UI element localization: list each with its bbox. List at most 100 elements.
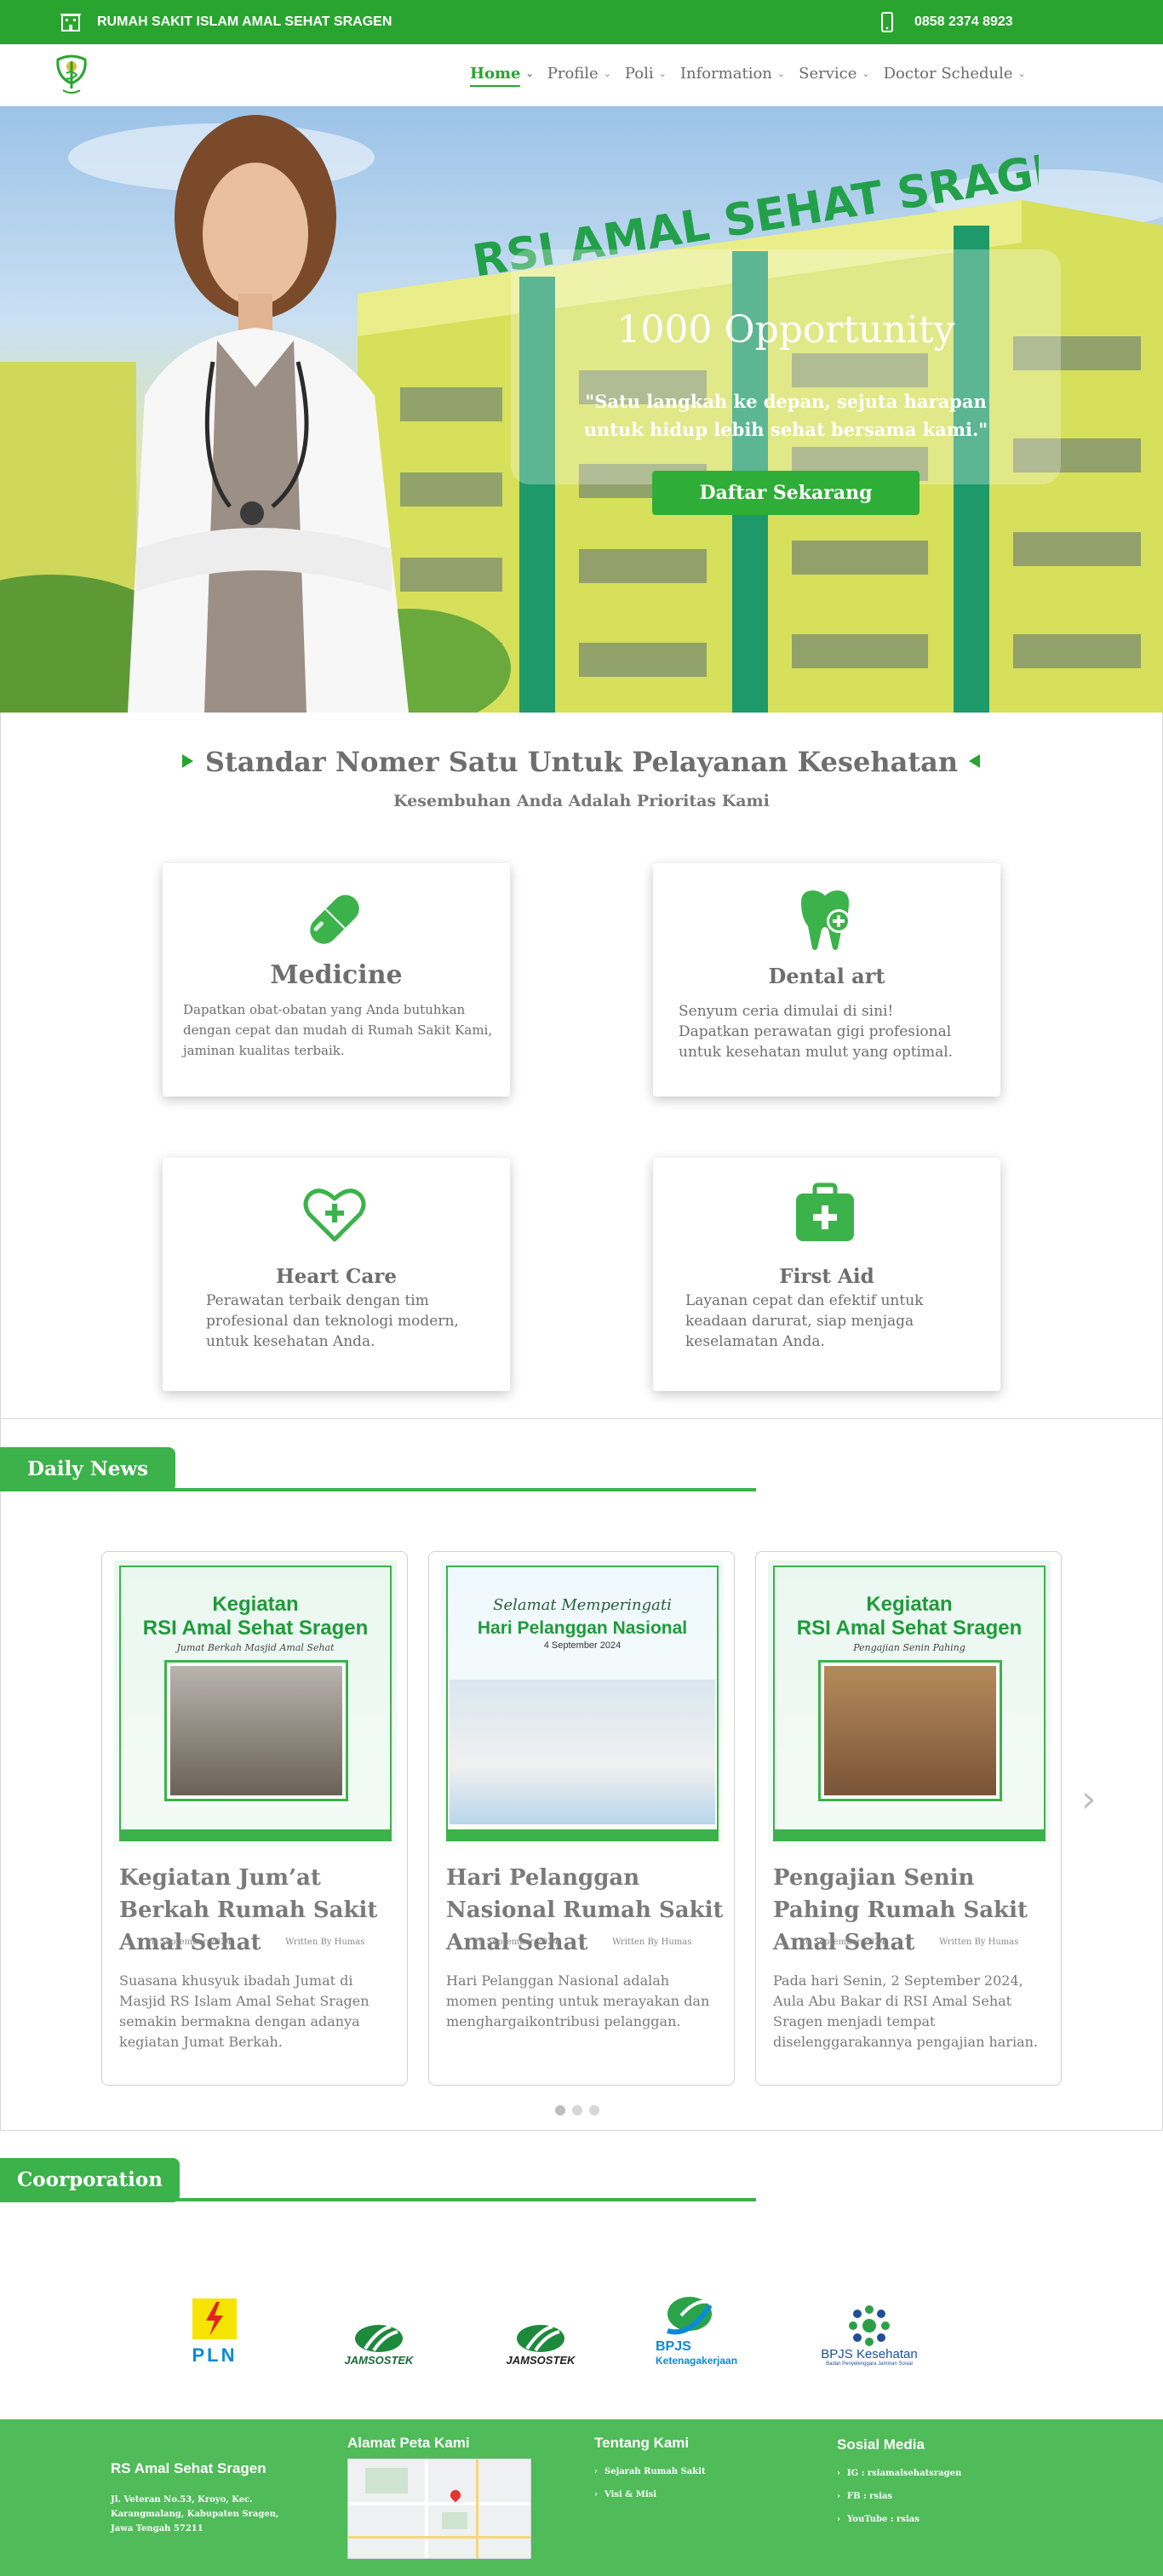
hospital-name: RUMAH SAKIT ISLAM AMAL SEHAT SRAGEN — [97, 14, 392, 29]
poster-heading: Kegiatan — [212, 1593, 299, 1616]
poster-footer — [119, 1829, 392, 1841]
poster-photo — [167, 1663, 346, 1799]
pill-icon — [310, 895, 359, 944]
news-poster[interactable]: Selamat Memperingati Hari Pelanggan Nasi… — [441, 1560, 724, 1846]
site-footer: RS Amal Sehat Sragen Jl. Veteran No.53, … — [0, 2419, 1163, 2576]
news-excerpt: Pada hari Senin, 2 September 2024, Aula … — [773, 1972, 1038, 2050]
news-date: 20 September 2024 — [799, 1938, 885, 1947]
pln-logo-icon — [192, 2298, 237, 2339]
carousel-dots — [555, 2105, 599, 2115]
chevron-down-icon: ⌄ — [776, 68, 786, 79]
partner-logo-pln[interactable]: PLN — [180, 2281, 249, 2367]
partner-logo-jamsostek[interactable]: JAMSOSTEK — [494, 2281, 587, 2367]
service-card-desc: Dapatkan obat-obatan yang Anda butuhkan … — [183, 1002, 493, 1058]
news-author: Written By Humas — [612, 1938, 692, 1947]
carousel-next-icon[interactable]: › — [1081, 1777, 1097, 1821]
chevron-down-icon: ⌄ — [862, 68, 870, 79]
news-author: Written By Humas — [285, 1938, 365, 1947]
chevron-down-icon: ⌄ — [658, 68, 667, 79]
poster-title: RSI Amal Sehat Sragen — [796, 1617, 1023, 1640]
nav-poli[interactable]: Poli ⌄ — [625, 65, 667, 83]
triangle-left-icon — [969, 754, 980, 768]
news-poster[interactable]: Kegiatan RSI Amal Sehat Sragen Pengajian… — [768, 1560, 1051, 1846]
nav-profile-label: Profile — [547, 65, 599, 83]
nav-information[interactable]: Information ⌄ — [680, 65, 785, 83]
service-card-desc: Perawatan terbaik dengan tim profesional… — [206, 1292, 459, 1350]
partner-subtitle: Ketenagakerjaan — [656, 2355, 738, 2367]
nav-service[interactable]: Service ⌄ — [799, 65, 869, 83]
poster-subtitle: Jumat Berkah Masjid Amal Sehat — [176, 1642, 335, 1653]
phone-contact[interactable]: 0858 2374 8923 — [880, 12, 1013, 32]
service-card-dental[interactable]: Dental art Senyum ceria dimulai di sini!… — [653, 863, 1000, 1096]
footer-org-title: RS Amal Sehat Sragen — [111, 2460, 266, 2476]
carousel-dot[interactable] — [589, 2105, 599, 2115]
news-card[interactable]: Selamat Memperingati Hari Pelanggan Nasi… — [428, 1551, 735, 2086]
service-card-medicine[interactable]: Medicine Dapatkan obat-obatan yang Anda … — [163, 863, 510, 1096]
footer-map-embed[interactable] — [347, 2459, 531, 2559]
partner-name: JAMSOSTEK — [344, 2354, 414, 2367]
footer-link-youtube[interactable]: › YouTube : rsias — [837, 2515, 1058, 2524]
partner-name: BPJS — [656, 2339, 691, 2354]
footer-map-title: Alamat Peta Kami — [347, 2435, 470, 2451]
hospital-logo[interactable] — [53, 51, 90, 97]
footer-org: RS Amal Sehat Sragen Jl. Veteran No.53, … — [111, 2460, 281, 2536]
partner-subtitle: Badan Penyelenggara Jaminan Sosial — [826, 2361, 913, 2367]
nav-profile[interactable]: Profile ⌄ — [547, 65, 611, 83]
footer-link-label: Sejarah Rumah Sakit — [604, 2467, 706, 2476]
footer-link-history[interactable]: › Sejarah Rumah Sakit — [594, 2467, 799, 2476]
bpjs-kesehatan-logo-icon — [849, 2305, 890, 2346]
nav-home[interactable]: Home ⌄ — [470, 65, 534, 87]
footer-about: Tentang Kami › Sejarah Rumah Sakit › Visi … — [594, 2435, 799, 2513]
footer-about-title: Tentang Kami — [594, 2435, 690, 2451]
poster-footer — [773, 1829, 1046, 1841]
hospital-building-icon — [60, 14, 81, 31]
carousel-dot[interactable] — [555, 2105, 565, 2115]
top-bar: RUMAH SAKIT ISLAM AMAL SEHAT SRAGEN 0858… — [0, 0, 1163, 44]
partner-logo-bpjs-kesehatan[interactable]: BPJS Kesehatan Badan Penyelenggara Jamin… — [814, 2281, 925, 2367]
service-card-desc: Senyum ceria dimulai di sini! Dapatkan p… — [679, 1003, 954, 1061]
footer-map: Alamat Peta Kami — [347, 2435, 535, 2559]
carousel-dot[interactable] — [572, 2105, 582, 2115]
nav-service-label: Service — [799, 65, 857, 83]
service-card-title: First Aid — [779, 1265, 874, 1288]
service-card-first-aid[interactable]: First Aid Layanan cepat dan efektif untu… — [653, 1158, 1000, 1391]
footer-link-label: FB : rsias — [847, 2492, 893, 2501]
news-meta: 19 September 2024 Written By Humas — [446, 1938, 719, 1947]
chevron-right-icon: › — [837, 2469, 840, 2478]
partner-name: PLN — [192, 2344, 238, 2366]
service-card-heart[interactable]: Heart Care Perawatan terbaik dengan tim … — [163, 1158, 510, 1391]
first-aid-icon — [796, 1182, 854, 1241]
hero-title: 1000 Opportunity — [616, 308, 955, 352]
heart-icon — [303, 1188, 366, 1242]
partner-logo-bpjs-ketenagakerjaan[interactable]: BPJS Ketenagakerjaan — [656, 2281, 758, 2367]
service-card-title: Medicine — [270, 960, 403, 990]
nav-poli-label: Poli — [624, 65, 654, 83]
nav-home-label: Home — [470, 65, 521, 83]
tooth-icon — [801, 890, 851, 950]
footer-link-instagram[interactable]: › IG : rsiamalsehatsragen — [837, 2469, 1058, 2478]
poster-footer — [446, 1829, 719, 1841]
news-author: Written By Humas — [939, 1938, 1019, 1947]
news-poster[interactable]: Kegiatan RSI Amal Sehat Sragen Jumat Ber… — [114, 1560, 397, 1846]
partner-logo-jamsostek[interactable]: JAMSOSTEK — [332, 2281, 426, 2367]
news-card[interactable]: Kegiatan RSI Amal Sehat Sragen Pengajian… — [755, 1551, 1062, 2086]
hero-banner: RSI AMAL SEHAT SRAGEN 1000 Opportunity "… — [0, 106, 1163, 713]
poster-title: RSI Amal Sehat Sragen — [142, 1617, 369, 1640]
footer-link-vision-mission[interactable]: › Visi & Misi — [594, 2490, 799, 2499]
nav-doctor-schedule[interactable]: Doctor Schedule ⌄ — [884, 65, 1026, 83]
phone-number[interactable]: 0858 2374 8923 — [914, 14, 1013, 30]
hero-quote: "Satu langkah ke depan, sejuta harapan u… — [583, 391, 988, 440]
poster-title: Hari Pelanggan Nasional — [477, 1618, 688, 1638]
footer-link-facebook[interactable]: › FB : rsias — [837, 2492, 1058, 2501]
services-subheading: Kesembuhan Anda Adalah Prioritas Kami — [393, 792, 770, 810]
news-card[interactable]: Kegiatan RSI Amal Sehat Sragen Jumat Ber… — [101, 1551, 408, 2086]
news-excerpt: Suasana khusyuk ibadah Jumat di Masjid R… — [119, 1972, 370, 2050]
partner-name: BPJS Kesehatan — [821, 2347, 918, 2361]
chevron-right-icon: › — [837, 2515, 840, 2524]
service-card-title: Dental art — [768, 964, 885, 988]
footer-social: Sosial Media › IG : rsiamalsehatsragen › F… — [837, 2436, 1058, 2538]
chevron-down-icon: ⌄ — [603, 68, 611, 79]
footer-org-address: Jl. Veteran No.53, Kroyo, Kec. Karangmal… — [111, 2495, 279, 2533]
register-button[interactable]: Daftar Sekarang — [652, 471, 920, 515]
map-pin-icon — [448, 2487, 463, 2503]
